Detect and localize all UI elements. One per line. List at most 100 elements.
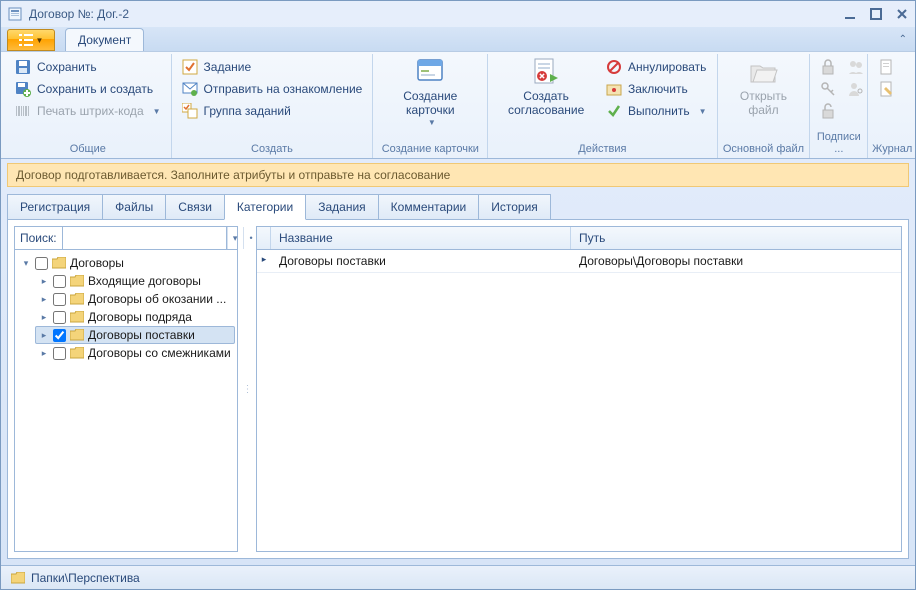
ribbon-group-label: Создание карточки	[377, 141, 483, 158]
open-file-button[interactable]: Открыть файл	[722, 54, 806, 120]
create-card-label: Создание карточки	[385, 90, 475, 118]
open-folder-icon	[747, 56, 779, 88]
tree-node-label: Договоры	[70, 256, 124, 270]
conclude-button[interactable]: Заключить	[600, 78, 713, 100]
maximize-button[interactable]	[869, 7, 883, 21]
search-input[interactable]	[62, 227, 227, 249]
dropdown-arrow-icon: ▼	[699, 107, 707, 116]
grid-col-name[interactable]: Название	[271, 227, 571, 249]
save-create-label: Сохранить и создать	[37, 82, 153, 96]
tree-checkbox[interactable]	[53, 293, 66, 306]
ribbon-group-signatures: Подписи ...	[810, 54, 868, 158]
folder-icon	[11, 572, 25, 584]
sign-users-button[interactable]	[842, 56, 870, 78]
expand-icon[interactable]: ▸	[39, 330, 49, 341]
tab-registration[interactable]: Регистрация	[7, 194, 103, 220]
tree-node[interactable]: ▸ Договоры со смежниками	[35, 344, 235, 362]
ribbon-collapse-button[interactable]: ⌃	[899, 34, 907, 45]
grid-col-path[interactable]: Путь	[571, 227, 901, 249]
sign-lock-button[interactable]	[814, 56, 842, 78]
ribbon-group-actions: Создать согласование Аннулировать Заключ…	[488, 54, 717, 158]
collapse-icon[interactable]: ▾	[21, 258, 31, 269]
search-dropdown-button[interactable]: ▾	[227, 227, 243, 249]
grid-row[interactable]: ▸ Договоры поставки Договоры\Договоры по…	[257, 250, 901, 273]
expand-icon[interactable]: ▸	[39, 348, 49, 359]
tab-links[interactable]: Связи	[165, 194, 225, 220]
grid-cell-path: Договоры\Договоры поставки	[571, 250, 901, 272]
save-label: Сохранить	[37, 60, 97, 74]
tree-checkbox[interactable]	[53, 275, 66, 288]
sign-user-key-button[interactable]	[842, 78, 870, 100]
ribbon-tab-strip: ▼ Документ ⌃	[1, 27, 915, 51]
search-row: Поиск: ▾ •	[15, 227, 237, 250]
expand-icon[interactable]: ▸	[39, 312, 49, 323]
footer-path: Папки\Перспектива	[31, 571, 140, 585]
status-bar: Папки\Перспектива	[1, 565, 915, 589]
sign-key-button[interactable]	[814, 78, 842, 100]
folder-icon	[70, 275, 84, 287]
ribbon-group-create: Задание Отправить на ознакомление Группа…	[172, 54, 374, 158]
sign-remove-button[interactable]	[814, 100, 842, 122]
ribbon-group-journal: Журнал	[868, 54, 911, 158]
ribbon-group-create-card: Создание карточки ▼ Создание карточки	[373, 54, 488, 158]
window-title: Договор №: Дог.-2	[29, 7, 129, 21]
ribbon-tab-document[interactable]: Документ	[65, 28, 144, 51]
journal-edit-button[interactable]	[872, 78, 900, 100]
tree-node[interactable]: ▸ Входящие договоры	[35, 272, 235, 290]
open-file-label: Открыть файл	[730, 90, 798, 118]
tree-node[interactable]: ▸ Договоры об окозании ...	[35, 290, 235, 308]
users-icon	[848, 59, 864, 75]
tree-checkbox[interactable]	[53, 329, 66, 342]
dropdown-arrow-icon: ▼	[428, 118, 436, 127]
journal-doc-button[interactable]	[872, 56, 900, 78]
annul-button[interactable]: Аннулировать	[600, 56, 713, 78]
annul-icon	[606, 59, 622, 75]
execute-button[interactable]: Выполнить ▼	[600, 100, 713, 122]
unlock-icon	[820, 103, 836, 119]
save-and-create-button[interactable]: Сохранить и создать	[9, 78, 167, 100]
tab-history[interactable]: История	[478, 194, 551, 220]
print-barcode-button[interactable]: Печать штрих-кода ▼	[9, 100, 167, 122]
folder-icon	[70, 329, 84, 341]
task-button[interactable]: Задание	[176, 56, 369, 78]
conclude-label: Заключить	[628, 82, 688, 96]
card-icon	[414, 56, 446, 88]
tree-node-selected[interactable]: ▸ Договоры поставки	[35, 326, 235, 344]
create-approval-button[interactable]: Создать согласование	[492, 54, 600, 120]
send-review-label: Отправить на ознакомление	[204, 82, 363, 96]
list-icon	[19, 34, 33, 46]
application-menu-button[interactable]: ▼	[7, 29, 55, 51]
category-tree: ▾ Договоры ▸ Входящие договоры ▸	[15, 250, 237, 551]
folder-icon	[70, 347, 84, 359]
close-button[interactable]	[895, 7, 909, 21]
tab-comments[interactable]: Комментарии	[378, 194, 480, 220]
expand-icon[interactable]: ▸	[39, 276, 49, 287]
save-button[interactable]: Сохранить	[9, 56, 167, 78]
tree-checkbox[interactable]	[53, 347, 66, 360]
content-body: Поиск: ▾ • ▾ Договоры ▸	[7, 220, 909, 559]
tree-checkbox[interactable]	[53, 311, 66, 324]
grid-cell-name: Договоры поставки	[271, 250, 571, 272]
tree-node-label: Договоры со смежниками	[88, 346, 231, 360]
splitter[interactable]: ⋮	[244, 226, 250, 552]
expand-icon[interactable]: ▸	[39, 294, 49, 305]
ribbon: Сохранить Сохранить и создать Печать штр…	[1, 51, 915, 159]
search-label: Поиск:	[15, 227, 62, 249]
content-tab-strip: Регистрация Файлы Связи Категории Задани…	[7, 193, 909, 220]
tab-files[interactable]: Файлы	[102, 194, 166, 220]
tab-tasks[interactable]: Задания	[305, 194, 378, 220]
tree-checkbox[interactable]	[35, 257, 48, 270]
tree-node[interactable]: ▸ Договоры подряда	[35, 308, 235, 326]
minimize-button[interactable]	[843, 7, 857, 21]
task-check-icon	[182, 59, 198, 75]
edit-icon	[878, 81, 894, 97]
tab-categories[interactable]: Категории	[224, 194, 306, 220]
tree-node-root[interactable]: ▾ Договоры	[17, 254, 235, 272]
task-group-button[interactable]: Группа заданий	[176, 100, 369, 122]
create-card-button[interactable]: Создание карточки ▼	[377, 54, 483, 129]
ribbon-group-label: Журнал	[872, 141, 907, 158]
ribbon-group-label: Основной файл	[722, 141, 806, 158]
ribbon-group-main-file: Открыть файл Основной файл	[718, 54, 811, 158]
send-review-button[interactable]: Отправить на ознакомление	[176, 78, 369, 100]
app-icon	[7, 6, 23, 22]
